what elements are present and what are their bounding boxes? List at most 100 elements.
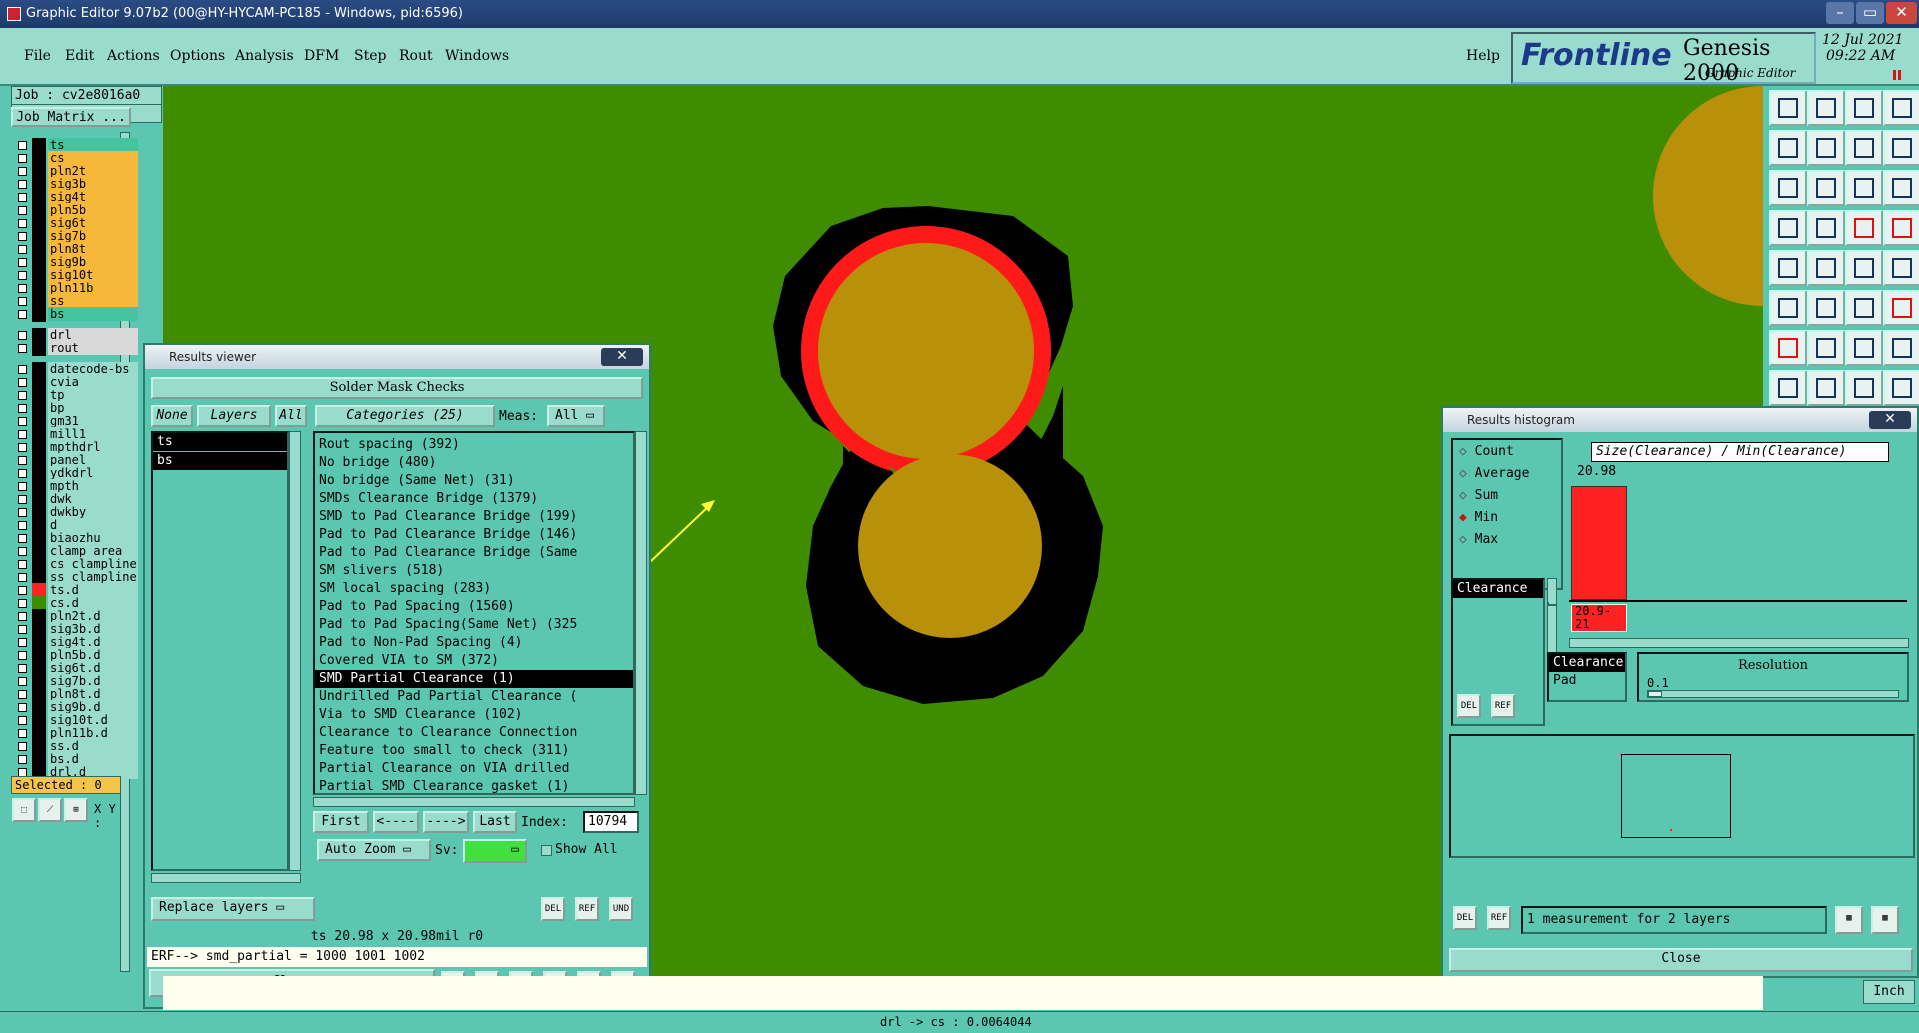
layer-list-scrollbar[interactable] [289,431,301,871]
tool-icon[interactable] [1807,170,1845,206]
tool-icon[interactable] [1845,90,1883,126]
sv-color-dropdown[interactable]: ▭ [463,839,527,863]
tool-icon[interactable] [1769,170,1807,206]
replace-layers-dropdown[interactable]: Replace layers ▭ [151,897,315,921]
layer-checkbox[interactable] [18,391,27,400]
layer-checkbox[interactable] [18,258,27,267]
check-item[interactable]: Undrilled Pad Partial Clearance ( [315,688,633,706]
type-item-pad[interactable]: Pad [1549,672,1625,690]
layer-checkbox[interactable] [18,430,27,439]
resolution-slider-thumb[interactable] [1648,691,1662,697]
stat-option-average[interactable]: ◇ Average [1459,466,1529,481]
menu-analysis[interactable]: Analysis [235,48,294,64]
tool-icon[interactable] [1769,210,1807,246]
check-item[interactable]: Pad to Non-Pad Spacing (4) [315,634,633,652]
check-item[interactable]: Partial Clearance on VIA drilled [315,760,633,778]
layer-checkbox[interactable] [18,443,27,452]
menu-help[interactable]: Help [1466,48,1500,64]
none-button[interactable]: None [151,405,193,427]
histogram-type-list[interactable]: Clearance Pad [1547,652,1627,702]
tool-icon[interactable] [1845,170,1883,206]
check-item[interactable]: Via to SMD Clearance (102) [315,706,633,724]
layer-color-swatch[interactable] [32,307,46,322]
tool-icon[interactable] [1769,250,1807,286]
layer-checkbox[interactable] [18,219,27,228]
radio-icon[interactable]: ◇ [1459,532,1467,547]
type-item-clearance[interactable]: Clearance [1549,654,1625,672]
layer-checkbox[interactable] [18,716,27,725]
layer-color-swatch[interactable] [32,341,46,356]
check-item[interactable]: Pad to Pad Clearance Bridge (Same [315,544,633,562]
tool-icon[interactable] [1769,330,1807,366]
zoom-home-icon[interactable]: ⬚ [12,798,36,822]
layer-checkbox[interactable] [18,599,27,608]
check-results-list[interactable]: Rout spacing (392) No bridge (480) No brid… [313,431,635,795]
stat-option-sum[interactable]: ◇ Sum [1459,488,1498,503]
check-item[interactable]: SMD Partial Clearance (1) [315,670,633,688]
radio-icon[interactable]: ◇ [1459,444,1467,459]
layer-checkbox[interactable] [18,469,27,478]
tool-icon[interactable] [1807,130,1845,166]
check-list-scrollbar[interactable] [635,431,647,795]
del-icon[interactable]: DEL [541,897,565,921]
histogram-close-button[interactable]: Close [1449,948,1913,972]
layer-checkbox[interactable] [18,245,27,254]
histogram-close-icon[interactable]: ✕ [1869,411,1911,429]
stat-option-min[interactable]: ◆ Min [1459,510,1498,525]
layer-checkbox[interactable] [18,729,27,738]
layer-checkbox[interactable] [18,521,27,530]
next-button[interactable]: ----> [423,811,469,833]
menu-windows[interactable]: Windows [445,48,509,64]
layer-checkbox[interactable] [18,417,27,426]
tool-icon[interactable] [1883,250,1919,286]
layer-checkbox[interactable] [18,703,27,712]
radio-icon[interactable]: ◇ [1459,466,1467,481]
check-item[interactable]: SMDs Clearance Bridge (1379) [315,490,633,508]
tool-icon[interactable] [1807,210,1845,246]
layer-result-item[interactable]: bs [153,452,287,470]
layer-checkbox[interactable] [18,625,27,634]
check-item[interactable]: Pad to Pad Spacing(Same Net) (325 [315,616,633,634]
tool-icon[interactable] [1807,250,1845,286]
auto-zoom-dropdown[interactable]: Auto Zoom ▭ [317,839,431,861]
resolution-slider[interactable] [1647,690,1899,698]
categories-button[interactable]: Categories (25) [315,405,495,427]
tool-icon[interactable] [1883,90,1919,126]
tool-icon[interactable] [1845,130,1883,166]
layer-checkbox[interactable] [18,508,27,517]
layer-checkbox[interactable] [18,344,27,353]
minimize-button[interactable]: – [1826,2,1854,24]
layer-checkbox[interactable] [18,677,27,686]
menu-actions[interactable]: Actions [107,48,160,64]
layer-row[interactable]: bs [14,307,140,322]
layer-checkbox[interactable] [18,664,27,673]
menu-rout[interactable]: Rout [399,48,433,64]
tool-icon[interactable] [1807,290,1845,326]
layer-checkbox[interactable] [18,365,27,374]
tool-icon[interactable] [1845,290,1883,326]
menu-options[interactable]: Options [170,48,225,64]
stat-option-max[interactable]: ◇ Max [1459,532,1498,547]
layer-result-item[interactable]: ts [153,433,287,451]
layer-checkbox[interactable] [18,193,27,202]
layer-checkbox[interactable] [18,141,27,150]
check-list-hscrollbar[interactable] [313,797,635,807]
job-matrix-button[interactable]: Job Matrix ... [11,107,131,127]
hist-print-icon[interactable]: ▦ [1871,906,1899,934]
index-input[interactable]: 10794 [583,811,639,833]
tool-icon[interactable] [1769,90,1807,126]
radio-icon[interactable]: ◇ [1459,488,1467,503]
check-item[interactable]: No bridge (480) [315,454,633,472]
layer-checkbox[interactable] [18,482,27,491]
command-bar[interactable] [163,976,1763,1010]
ref-icon[interactable]: REF [575,897,599,921]
check-item[interactable]: No bridge (Same Net) (31) [315,472,633,490]
show-all-checkbox[interactable] [541,845,552,856]
undo-icon[interactable]: UND [609,897,633,921]
layer-checkbox[interactable] [18,573,27,582]
tool-icon[interactable] [1807,330,1845,366]
measure-icon[interactable]: ⟋ [38,798,62,822]
layer-checkbox[interactable] [18,495,27,504]
check-item[interactable]: Covered VIA to SM (372) [315,652,633,670]
layer-checkbox[interactable] [18,206,27,215]
